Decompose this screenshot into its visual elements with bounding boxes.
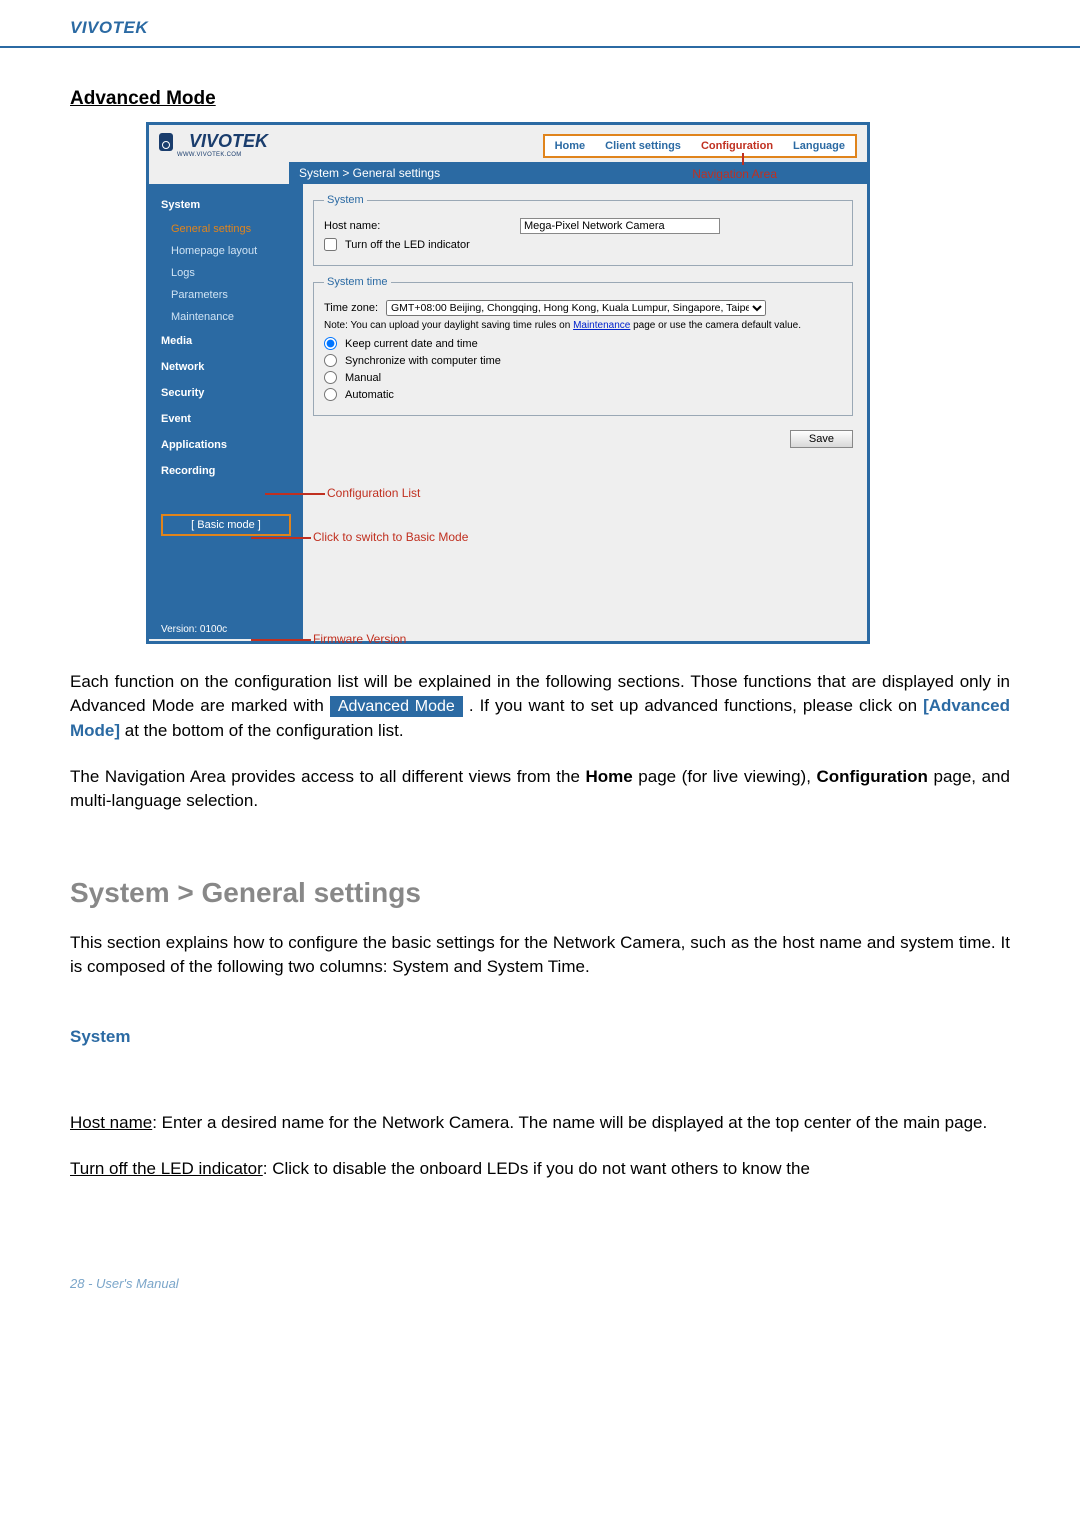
ui-topbar: VIVOTEK WWW.VIVOTEK.COM Home Client sett… xyxy=(149,125,867,162)
section-title: Advanced Mode xyxy=(70,88,1010,110)
sidebar-item-general-settings[interactable]: General settings xyxy=(149,218,303,240)
callout-navigation-area: Navigation Area xyxy=(692,167,777,181)
page-header: VIVOTEK xyxy=(0,0,1080,48)
legend-system-time: System time xyxy=(324,276,391,288)
led-checkbox[interactable] xyxy=(324,238,337,251)
sidebar-item-security[interactable]: Security xyxy=(149,380,303,406)
config-ui-screenshot: VIVOTEK WWW.VIVOTEK.COM Home Client sett… xyxy=(146,122,870,644)
callout-configuration-list: Configuration List xyxy=(327,486,420,500)
breadcrumb: System > General settings xyxy=(289,162,867,184)
radio-automatic[interactable] xyxy=(324,388,337,401)
sidebar-item-parameters[interactable]: Parameters xyxy=(149,284,303,306)
main-panel: System Host name: Turn off the LED indic… xyxy=(303,184,867,639)
radio-sync[interactable] xyxy=(324,354,337,367)
sidebar-item-recording[interactable]: Recording xyxy=(149,458,303,484)
radio-keep-current[interactable] xyxy=(324,337,337,350)
timezone-select[interactable]: GMT+08:00 Beijing, Chongqing, Hong Kong,… xyxy=(386,300,766,316)
save-button[interactable]: Save xyxy=(790,430,853,448)
radio-auto-label: Automatic xyxy=(345,389,394,401)
heading-system: System xyxy=(70,1025,1010,1049)
dst-note: Note: You can upload your daylight savin… xyxy=(324,320,842,331)
host-name-label: Host name: xyxy=(324,220,394,232)
system-time-fieldset: System time Time zone: GMT+08:00 Beijing… xyxy=(313,276,853,416)
timezone-label: Time zone: xyxy=(324,302,378,314)
sidebar-item-homepage-layout[interactable]: Homepage layout xyxy=(149,240,303,262)
advanced-mode-badge: Advanced Mode xyxy=(330,696,463,717)
sidebar-item-media[interactable]: Media xyxy=(149,328,303,354)
legend-system: System xyxy=(324,194,367,206)
paragraph-2: The Navigation Area provides access to a… xyxy=(70,765,1010,813)
brand-text: VIVOTEK xyxy=(70,18,148,37)
sidebar-item-applications[interactable]: Applications xyxy=(149,432,303,458)
maintenance-link[interactable]: Maintenance xyxy=(573,320,630,331)
nav-area: Home Client settings Configuration Langu… xyxy=(543,134,857,158)
basic-mode-button[interactable]: [ Basic mode ] xyxy=(161,514,291,536)
sidebar-item-maintenance[interactable]: Maintenance xyxy=(149,306,303,328)
sidebar: System General settings Homepage layout … xyxy=(149,184,303,639)
host-name-input[interactable] xyxy=(520,218,720,234)
radio-sync-label: Synchronize with computer time xyxy=(345,355,501,367)
camera-icon xyxy=(159,133,173,151)
page-content: Advanced Mode VIVOTEK WWW.VIVOTEK.COM Ho… xyxy=(0,48,1080,1212)
sidebar-item-logs[interactable]: Logs xyxy=(149,262,303,284)
radio-keep-label: Keep current date and time xyxy=(345,338,478,350)
logo: VIVOTEK WWW.VIVOTEK.COM xyxy=(159,131,268,158)
nav-language[interactable]: Language xyxy=(783,136,855,156)
firmware-version: Version: 0100c xyxy=(161,624,227,635)
body-text: Each function on the configuration list … xyxy=(70,670,1010,1182)
led-label: Turn off the LED indicator xyxy=(345,239,470,251)
logo-text: VIVOTEK xyxy=(177,131,268,151)
paragraph-led: Turn off the LED indicator: Click to dis… xyxy=(70,1157,1010,1181)
sidebar-item-event[interactable]: Event xyxy=(149,406,303,432)
radio-manual-label: Manual xyxy=(345,372,381,384)
paragraph-3: This section explains how to configure t… xyxy=(70,931,1010,979)
paragraph-host-name: Host name: Enter a desired name for the … xyxy=(70,1111,1010,1135)
callout-basic-mode: Click to switch to Basic Mode xyxy=(313,530,468,544)
radio-manual[interactable] xyxy=(324,371,337,384)
nav-home[interactable]: Home xyxy=(545,136,596,156)
paragraph-1: Each function on the configuration list … xyxy=(70,670,1010,743)
sidebar-item-system[interactable]: System xyxy=(149,192,303,218)
sidebar-item-network[interactable]: Network xyxy=(149,354,303,380)
logo-subtext: WWW.VIVOTEK.COM xyxy=(177,152,268,158)
heading-system-general: System > General settings xyxy=(70,873,1010,913)
system-fieldset: System Host name: Turn off the LED indic… xyxy=(313,194,853,266)
page-footer: 28 - User's Manual xyxy=(0,1212,1080,1311)
callout-firmware-version: Firmware Version xyxy=(313,632,406,646)
nav-configuration[interactable]: Configuration xyxy=(691,136,783,156)
nav-client-settings[interactable]: Client settings xyxy=(595,136,691,156)
